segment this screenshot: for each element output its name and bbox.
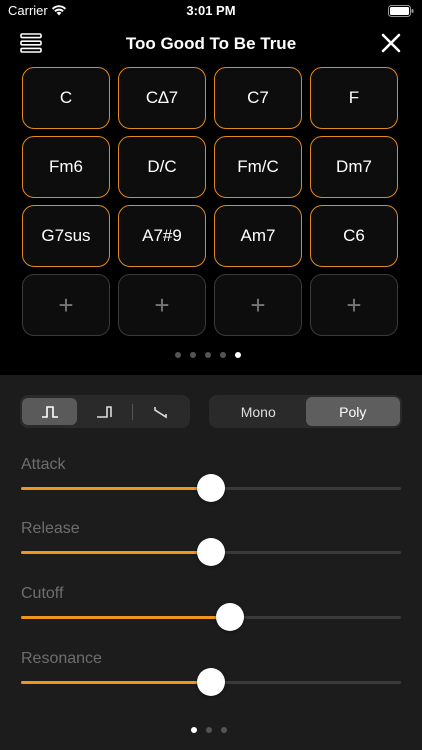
page-dot[interactable] [205,352,211,358]
attack-thumb[interactable] [197,474,225,502]
resonance-slider: Resonance [21,650,401,702]
page-dot[interactable] [190,352,196,358]
square-wave-icon [41,405,58,418]
page-dot[interactable] [235,352,241,358]
release-fill [21,551,211,554]
add-chord-button[interactable]: + [214,274,302,336]
synth-panel: Mono Poly Attack Release Cutoff Resonanc… [0,375,422,750]
chord-row: + + + + [22,274,400,336]
page-dot[interactable] [221,727,227,733]
page-dot[interactable] [220,352,226,358]
resonance-fill [21,681,211,684]
header: Too Good To Be True [0,26,422,62]
chord-pad[interactable]: C7 [214,67,302,129]
release-label: Release [21,520,80,537]
resonance-thumb[interactable] [197,668,225,696]
page-title: Too Good To Be True [125,34,297,53]
poly-button[interactable]: Poly [305,397,400,426]
chord-grid: C C∆7 C7 F Fm6 D/C Fm/C Dm7 G7sus A7#9 A… [22,67,400,343]
chord-pad[interactable]: F [310,67,398,129]
resonance-track[interactable] [21,668,401,696]
page-dot[interactable] [175,352,181,358]
attack-fill [21,487,211,490]
chord-row: G7sus A7#9 Am7 C6 [22,205,400,267]
panel-page-control[interactable] [191,727,227,733]
resonance-label: Resonance [21,650,102,667]
add-chord-button[interactable]: + [118,274,206,336]
release-track[interactable] [21,538,401,566]
chord-row: C C∆7 C7 F [22,67,400,129]
chord-pad[interactable]: Dm7 [310,136,398,198]
chord-pad[interactable]: Fm6 [22,136,110,198]
close-icon[interactable] [380,32,402,54]
cutoff-fill [21,616,230,619]
sawtooth-wave-button[interactable] [133,398,188,425]
chord-page-control[interactable] [175,352,241,358]
chord-pad[interactable]: G7sus [22,205,110,267]
page-dot[interactable] [206,727,212,733]
attack-track[interactable] [21,474,401,502]
attack-label: Attack [21,456,66,473]
chord-pad[interactable]: C∆7 [118,67,206,129]
cutoff-slider: Cutoff [21,585,401,637]
add-chord-button[interactable]: + [22,274,110,336]
pulse-wave-button[interactable] [77,398,132,425]
pulse-wave-icon [96,405,112,418]
page-dot[interactable] [191,727,197,733]
chord-pad[interactable]: C [22,67,110,129]
chord-pad[interactable]: D/C [118,136,206,198]
sawtooth-wave-icon [153,406,167,418]
square-wave-button[interactable] [22,398,77,425]
cutoff-track[interactable] [21,603,401,631]
release-slider: Release [21,520,401,572]
chord-row: Fm6 D/C Fm/C Dm7 [22,136,400,198]
attack-slider: Attack [21,456,401,508]
screen: Carrier 3:01 PM Too Good To Be True C C∆… [0,0,422,750]
waveform-selector [20,395,190,428]
status-bar: Carrier 3:01 PM [0,0,422,22]
battery-icon [388,5,414,17]
cutoff-thumb[interactable] [216,603,244,631]
chord-pad[interactable]: Fm/C [214,136,302,198]
cutoff-label: Cutoff [21,585,64,602]
chord-pad[interactable]: A7#9 [118,205,206,267]
mono-button[interactable]: Mono [211,397,306,426]
voice-mode-selector: Mono Poly [209,395,402,428]
release-thumb[interactable] [197,538,225,566]
chord-pad[interactable]: C6 [310,205,398,267]
chord-pad[interactable]: Am7 [214,205,302,267]
status-time: 3:01 PM [186,3,236,18]
add-chord-button[interactable]: + [310,274,398,336]
